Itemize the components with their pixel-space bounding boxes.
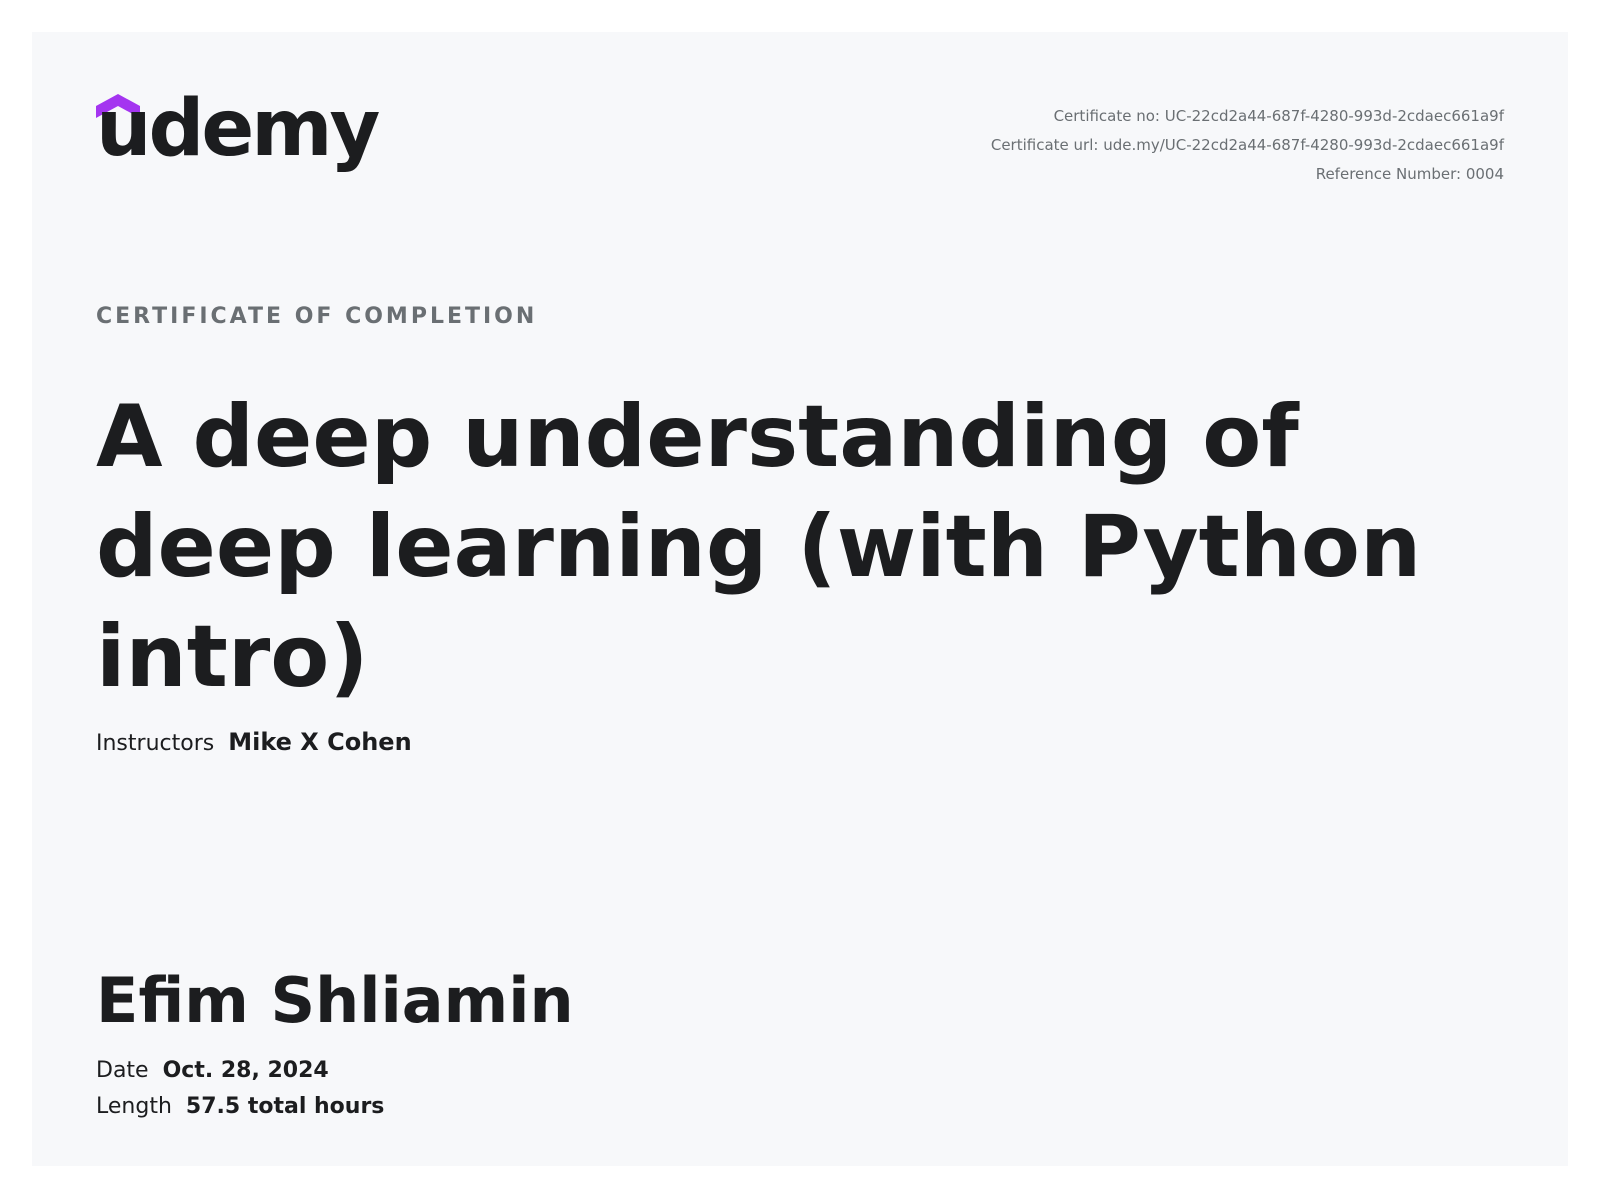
course-title: A deep understanding of deep learning (w… [96, 387, 1422, 707]
date-value: Oct. 28, 2024 [162, 1058, 329, 1083]
certificate-url[interactable]: Certificate url: ude.my/UC-22cd2a44-687f… [991, 131, 1504, 160]
certificate-number: Certificate no: UC-22cd2a44-687f-4280-99… [1053, 107, 1504, 125]
student-name: Efim Shliamin [96, 964, 574, 1037]
certificate-label: CERTIFICATE OF COMPLETION [96, 304, 538, 329]
certificate-card: udemy Certificate no: UC-22cd2a44-687f-4… [32, 32, 1568, 1166]
udemy-logo: udemy [96, 90, 380, 204]
instructors-row: Instructors Mike X Cohen [96, 728, 412, 756]
instructors-label: Instructors [96, 731, 215, 756]
logo-wordmark: udemy [96, 84, 380, 174]
length-label: Length [96, 1094, 172, 1119]
certificate-meta: Certificate no: UC-22cd2a44-687f-4280-99… [991, 102, 1504, 189]
date-row: Date Oct. 28, 2024 [96, 1058, 329, 1083]
length-value: 57.5 total hours [185, 1094, 385, 1119]
date-label: Date [96, 1058, 149, 1083]
instructor-name: Mike X Cohen [228, 728, 412, 756]
reference-number: Reference Number: 0004 [1315, 165, 1504, 183]
length-row: Length 57.5 total hours [96, 1094, 384, 1119]
